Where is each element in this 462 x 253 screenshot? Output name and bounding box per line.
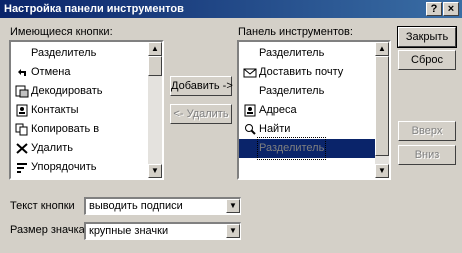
deliver-mail-icon	[243, 66, 257, 79]
window-title: Настройка панели инструментов	[4, 3, 184, 15]
list-item[interactable]: Разделитель	[11, 44, 148, 63]
current-toolbar-list[interactable]: Разделитель Доставить почту Разделитель …	[237, 40, 391, 180]
list-item[interactable]: Копировать в	[11, 120, 148, 139]
icon-size-select[interactable]: крупные значки ▼	[84, 222, 241, 240]
available-buttons-list[interactable]: Разделитель Отмена Декодировать Контакты…	[9, 40, 164, 180]
list-item[interactable]: Разделитель	[239, 44, 375, 63]
scroll-down-arrow-icon[interactable]: ▼	[375, 164, 389, 178]
current-toolbar-label: Панель инструментов:	[238, 26, 353, 38]
find-icon	[243, 123, 257, 136]
list-item[interactable]: Разделитель	[239, 82, 375, 101]
separator-icon	[243, 142, 257, 155]
reset-button[interactable]: Сброс	[398, 50, 456, 70]
help-button[interactable]: ?	[426, 2, 442, 16]
list-item[interactable]: Найти	[239, 120, 375, 139]
scroll-thumb[interactable]	[375, 56, 389, 156]
list-item[interactable]: Контакты	[11, 101, 148, 120]
available-list-scrollbar[interactable]: ▲ ▼	[148, 42, 162, 178]
current-list-scrollbar[interactable]: ▲ ▼	[375, 42, 389, 178]
move-down-button[interactable]: Вниз	[398, 145, 456, 165]
list-item[interactable]: Упорядочить	[11, 158, 148, 177]
text-option-value: выводить подписи	[89, 200, 183, 212]
scroll-down-arrow-icon[interactable]: ▼	[148, 164, 162, 178]
contacts-icon	[15, 104, 29, 117]
remove-button[interactable]: <- Удалить	[170, 104, 232, 124]
list-item[interactable]: Доставить почту	[239, 63, 375, 82]
separator-icon	[243, 47, 257, 60]
delete-icon	[15, 142, 29, 155]
title-bar: Настройка панели инструментов ? ×	[0, 0, 462, 18]
dropdown-arrow-icon[interactable]: ▼	[226, 224, 240, 238]
sort-icon	[15, 161, 29, 174]
list-item-selected[interactable]: Разделитель	[239, 137, 375, 160]
icon-size-value: крупные значки	[89, 225, 169, 237]
move-up-button[interactable]: Вверх	[398, 121, 456, 141]
address-book-icon	[243, 104, 257, 117]
dropdown-arrow-icon[interactable]: ▼	[226, 199, 240, 213]
separator-icon	[243, 85, 257, 98]
scroll-thumb[interactable]	[148, 56, 162, 76]
icon-size-label: Размер значка:	[10, 224, 88, 236]
close-button[interactable]: Закрыть	[397, 26, 457, 48]
available-buttons-label: Имеющиеся кнопки:	[10, 26, 113, 38]
text-option-select[interactable]: выводить подписи ▼	[84, 197, 241, 215]
list-item[interactable]: Декодировать	[11, 82, 148, 101]
close-window-button[interactable]: ×	[443, 2, 459, 16]
list-item[interactable]: Удалить	[11, 139, 148, 158]
text-option-label: Текст кнопки	[10, 200, 75, 212]
copy-to-icon	[15, 123, 29, 136]
decode-icon	[15, 85, 29, 98]
list-item[interactable]: Отмена	[11, 63, 148, 82]
list-item[interactable]: Адреса	[239, 101, 375, 120]
add-button[interactable]: Добавить ->	[170, 76, 233, 96]
scroll-up-arrow-icon[interactable]: ▲	[375, 42, 389, 56]
cancel-icon	[15, 66, 29, 79]
separator-icon	[15, 47, 29, 60]
scroll-up-arrow-icon[interactable]: ▲	[148, 42, 162, 56]
